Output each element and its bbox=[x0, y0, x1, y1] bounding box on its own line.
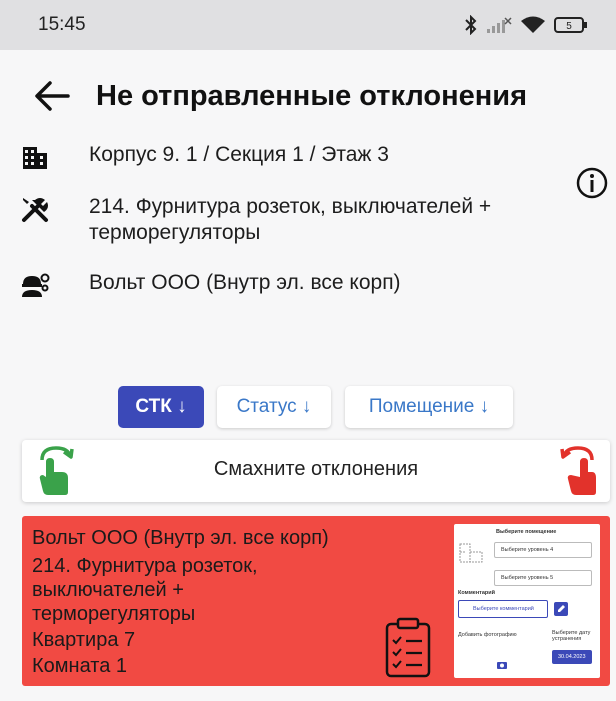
thumb-date-value: 30.04.2023 bbox=[558, 654, 586, 660]
location-text: Корпус 9. 1 / Секция 1 / Этаж 3 bbox=[89, 143, 389, 166]
thumb-select-1: Выберите уровень 4 bbox=[494, 542, 592, 558]
work-type-row: 214. Фурнитура розеток, выключателей + т… bbox=[0, 194, 616, 250]
status-icons: 5 bbox=[464, 15, 588, 35]
battery-icon: 5 bbox=[554, 17, 587, 33]
pencil-icon bbox=[558, 605, 565, 612]
thumb-comment-button: Выберите комментарий bbox=[458, 600, 548, 618]
status-time: 15:45 bbox=[38, 14, 86, 35]
floorplan-icon bbox=[459, 543, 483, 563]
swipe-hint-text: Смахните отклонения bbox=[213, 458, 419, 480]
app-header: Не отправленные отклонения bbox=[0, 68, 616, 124]
thumb-edit-button bbox=[554, 602, 568, 616]
checklist-clipboard-icon bbox=[385, 617, 431, 678]
contractor-text: Вольт ООО (Внутр эл. все корп) bbox=[89, 271, 401, 294]
card-work-type-line1: 214. Фурнитура розеток, bbox=[32, 555, 258, 577]
thumb-select-1-label: Выберите уровень 4 bbox=[501, 547, 554, 553]
thumb-title: Выберите помещение bbox=[496, 529, 557, 535]
thumb-date-label: Выберите дату устранения bbox=[552, 630, 591, 642]
card-work-type-line3: терморегуляторы bbox=[32, 603, 196, 625]
thumb-select-2-label: Выберите уровень 5 bbox=[501, 575, 554, 581]
thumb-photo-label: Добавить фотографию bbox=[458, 632, 517, 638]
card-work-type-line2: выключателей + bbox=[32, 579, 184, 601]
bluetooth-icon bbox=[465, 15, 477, 35]
card-apartment: Квартира 7 bbox=[32, 629, 136, 651]
work-type-text: 214. Фурнитура розеток, выключателей + т… bbox=[89, 194, 569, 246]
card-room: Комната 1 bbox=[32, 655, 127, 677]
thumb-date-button: 30.04.2023 bbox=[552, 650, 592, 664]
page-title: Не отправленные отклонения bbox=[96, 80, 528, 112]
room-filter-button[interactable]: Помещение ↓ bbox=[345, 386, 513, 428]
deviation-card[interactable]: Вольт ООО (Внутр эл. все корп) 214. Фурн… bbox=[22, 516, 610, 686]
filter-bar: СТК ↓ Статус ↓ Помещение ↓ bbox=[0, 386, 616, 428]
deviation-photo-thumbnail[interactable]: Выберите помещение Выберите уровень 4 Вы… bbox=[454, 524, 600, 678]
swipe-left-hand-icon bbox=[560, 446, 596, 495]
battery-level: 5 bbox=[566, 21, 572, 32]
status-filter-button[interactable]: Статус ↓ bbox=[217, 386, 331, 428]
card-contractor: Вольт ООО (Внутр эл. все корп) bbox=[32, 527, 329, 549]
location-row: Корпус 9. 1 / Секция 1 / Этаж 3 bbox=[0, 142, 616, 174]
status-bar: 15:45 5 bbox=[0, 0, 616, 50]
work-type-line1: 214. Фурнитура розеток, выключателей + bbox=[89, 195, 492, 218]
stk-filter-button[interactable]: СТК ↓ bbox=[118, 386, 204, 428]
thumb-comment-button-label: Выберите комментарий bbox=[473, 606, 534, 612]
camera-icon bbox=[497, 662, 507, 669]
worker-icon bbox=[22, 273, 50, 297]
signal-icon bbox=[487, 17, 512, 33]
tools-icon bbox=[22, 198, 48, 222]
wifi-icon bbox=[521, 16, 545, 33]
work-type-line2: терморегуляторы bbox=[89, 221, 261, 244]
swipe-hint-bar: Смахните отклонения bbox=[22, 440, 610, 502]
thumb-select-2: Выберите уровень 5 bbox=[494, 570, 592, 586]
arrow-left-icon bbox=[35, 81, 70, 111]
thumb-comment-label: Комментарий bbox=[458, 590, 496, 596]
contractor-row: Вольт ООО (Внутр эл. все корп) bbox=[0, 270, 616, 302]
building-icon bbox=[23, 147, 47, 169]
back-button[interactable] bbox=[32, 78, 72, 114]
